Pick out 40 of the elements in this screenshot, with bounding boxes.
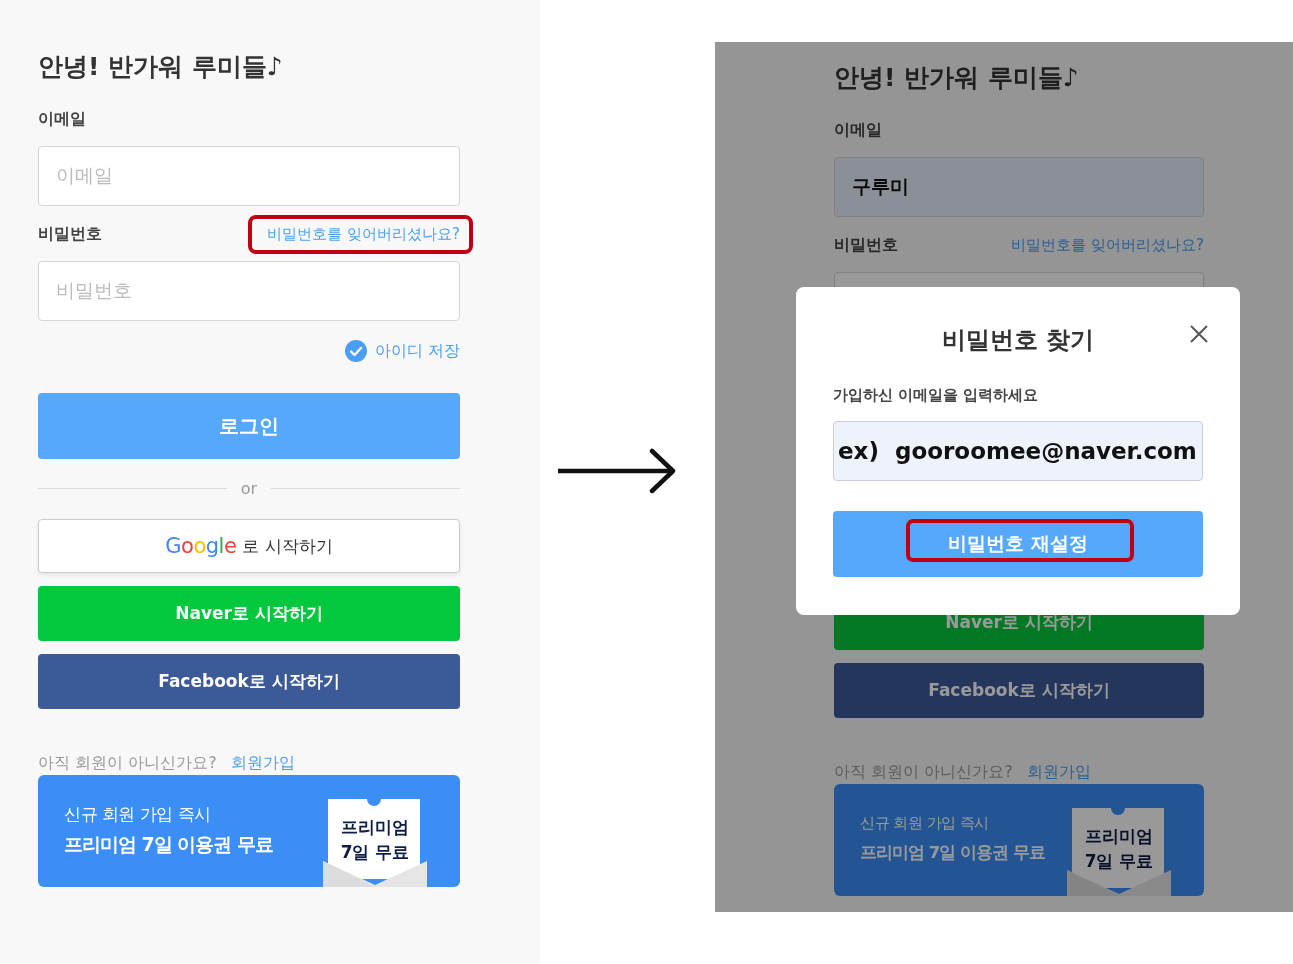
ticket-text: 프리미엄	[340, 816, 410, 839]
banner-text: 신규 회원 가입 즉시	[64, 803, 211, 826]
modal-prompt: 가입하신 이메일을 입력하세요	[833, 385, 1040, 406]
facebook-login-button[interactable]: Facebook로 시작하기	[38, 654, 460, 709]
facebook-login-button[interactable]: Facebook로 시작하기	[834, 663, 1204, 718]
signup-link[interactable]: 회원가입	[1026, 761, 1091, 783]
email-label: 이메일	[38, 108, 87, 130]
modal-title: 비밀번호 찾기	[941, 325, 1095, 356]
page-title: 안녕! 반가워 루미들♪	[834, 62, 1080, 94]
email-field[interactable]: 구루미	[834, 157, 1204, 217]
forgot-password-link[interactable]: 비밀번호를 잊어버리셨나요?	[248, 214, 473, 254]
password-field[interactable]: 비밀번호	[38, 261, 460, 321]
ticket-text: 7일 무료	[339, 841, 411, 864]
banner-text: 신규 회원 가입 즉시	[860, 813, 989, 834]
password-label: 비밀번호	[834, 234, 898, 256]
forgot-password-link[interactable]: 비밀번호를 잊어버리셨나요?	[1011, 235, 1204, 255]
email-field[interactable]: ex) gooroomee@naver.com	[833, 421, 1203, 481]
email-label: 이메일	[834, 119, 883, 141]
promo-banner[interactable]: 신규 회원 가입 즉시 프리미엄 7일 이용권 무료 프리미엄 7일 무료	[834, 784, 1204, 896]
reset-password-button[interactable]: 비밀번호 재설정	[833, 511, 1203, 577]
page-title: 안녕! 반가워 루미들♪	[38, 51, 284, 83]
remember-id-label: 아이디 저장	[374, 340, 460, 362]
arrow-icon	[557, 448, 677, 494]
banner-headline: 프리미엄 7일 이용권 무료	[860, 842, 1045, 864]
google-logo: Google	[165, 534, 237, 558]
login-button[interactable]: 로그인	[38, 393, 460, 459]
signup-link[interactable]: 회원가입	[230, 752, 295, 774]
checkbox-icon[interactable]	[344, 340, 367, 362]
divider-label: or	[240, 478, 258, 498]
close-icon[interactable]	[1190, 325, 1208, 343]
signup-prompt: 아직 회원이 아니신가요?	[834, 761, 1013, 783]
ticket-text: 프리미엄	[1084, 825, 1154, 848]
naver-login-button[interactable]: Naver로 시작하기	[38, 586, 460, 641]
password-label: 비밀번호	[38, 223, 102, 245]
signup-prompt: 아직 회원이 아니신가요?	[38, 752, 217, 774]
ticket-text: 7일 무료	[1083, 850, 1155, 873]
email-field[interactable]: 이메일	[38, 146, 460, 206]
promo-banner[interactable]: 신규 회원 가입 즉시 프리미엄 7일 이용권 무료 프리미엄 7일 무료	[38, 775, 460, 887]
google-login-button[interactable]: Google 로 시작하기	[38, 519, 460, 573]
banner-headline: 프리미엄 7일 이용권 무료	[64, 832, 274, 857]
